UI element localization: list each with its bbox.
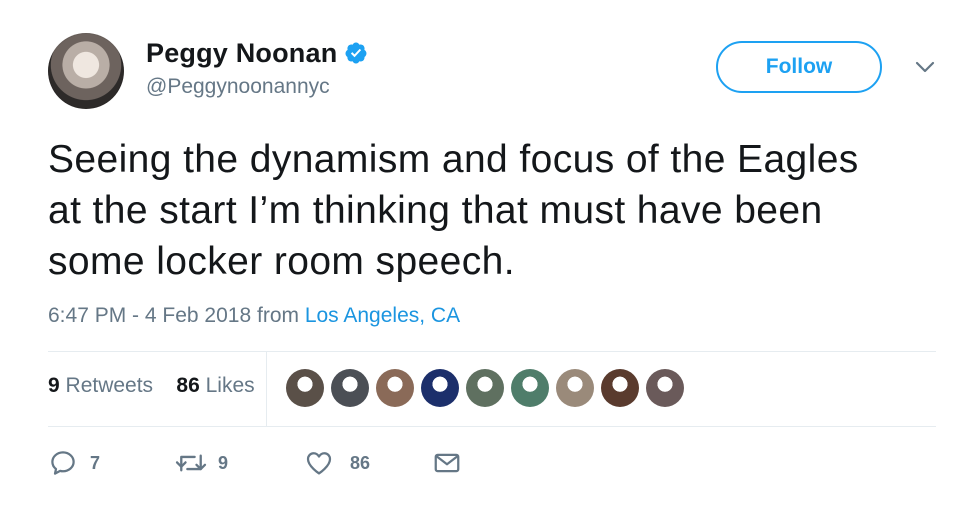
liker-avatar[interactable] xyxy=(286,369,324,407)
tweet-text: Seeing the dynamism and focus of the Eag… xyxy=(48,134,948,287)
liker-avatar[interactable] xyxy=(376,369,414,407)
author-display-name[interactable]: Peggy Noonan xyxy=(146,38,337,69)
liker-avatar[interactable] xyxy=(466,369,504,407)
chevron-down-icon[interactable] xyxy=(912,58,938,76)
likes-count: 86 xyxy=(176,374,200,397)
meta-separator: - xyxy=(126,304,145,327)
divider-top xyxy=(48,351,936,352)
retweet-icon xyxy=(175,454,207,472)
reply-icon xyxy=(51,451,75,475)
location-link[interactable]: Los Angeles, CA xyxy=(305,304,460,327)
envelope-icon xyxy=(434,453,460,473)
heart-icon xyxy=(306,452,332,475)
liker-avatar[interactable] xyxy=(421,369,459,407)
like-action[interactable]: 86 xyxy=(304,448,370,478)
tweet-stats: 9 Retweets 86 Likes xyxy=(48,374,255,398)
likes-label: Likes xyxy=(199,374,255,397)
retweets-count: 9 xyxy=(48,374,60,397)
tweet-text-line: Seeing the dynamism and focus of the Eag… xyxy=(48,138,859,181)
tweet-metadata: 6:47 PM - 4 Feb 2018 from Los Angeles, C… xyxy=(48,304,460,328)
from-label: from xyxy=(251,304,305,327)
tweet-date[interactable]: 4 Feb 2018 xyxy=(145,304,251,327)
retweets-label: Retweets xyxy=(59,374,154,397)
liker-avatar[interactable] xyxy=(511,369,549,407)
verified-badge-icon xyxy=(345,42,367,64)
direct-message-action[interactable] xyxy=(432,448,462,478)
reply-count: 7 xyxy=(90,452,101,473)
retweet-count: 9 xyxy=(218,452,229,473)
tweet-text-line: some locker room speech. xyxy=(48,240,515,283)
liker-avatar[interactable] xyxy=(646,369,684,407)
tweet-text-line: at the start I’m thinking that must have… xyxy=(48,189,823,232)
follow-button[interactable]: Follow xyxy=(716,41,882,93)
liker-avatar[interactable] xyxy=(556,369,594,407)
reply-action[interactable]: 7 xyxy=(48,448,100,478)
liker-avatar[interactable] xyxy=(601,369,639,407)
liker-avatar[interactable] xyxy=(331,369,369,407)
like-count: 86 xyxy=(350,452,371,473)
tweet-time[interactable]: 6:47 PM xyxy=(48,304,126,327)
author-handle[interactable]: @Peggynoonannyc xyxy=(146,75,330,99)
likes-stat[interactable]: 86 Likes xyxy=(176,374,254,397)
retweet-action[interactable]: 9 xyxy=(174,448,228,478)
retweets-stat[interactable]: 9 Retweets xyxy=(48,374,153,397)
author-avatar[interactable] xyxy=(48,33,124,109)
stats-separator xyxy=(266,352,267,426)
divider-bottom xyxy=(48,426,936,427)
